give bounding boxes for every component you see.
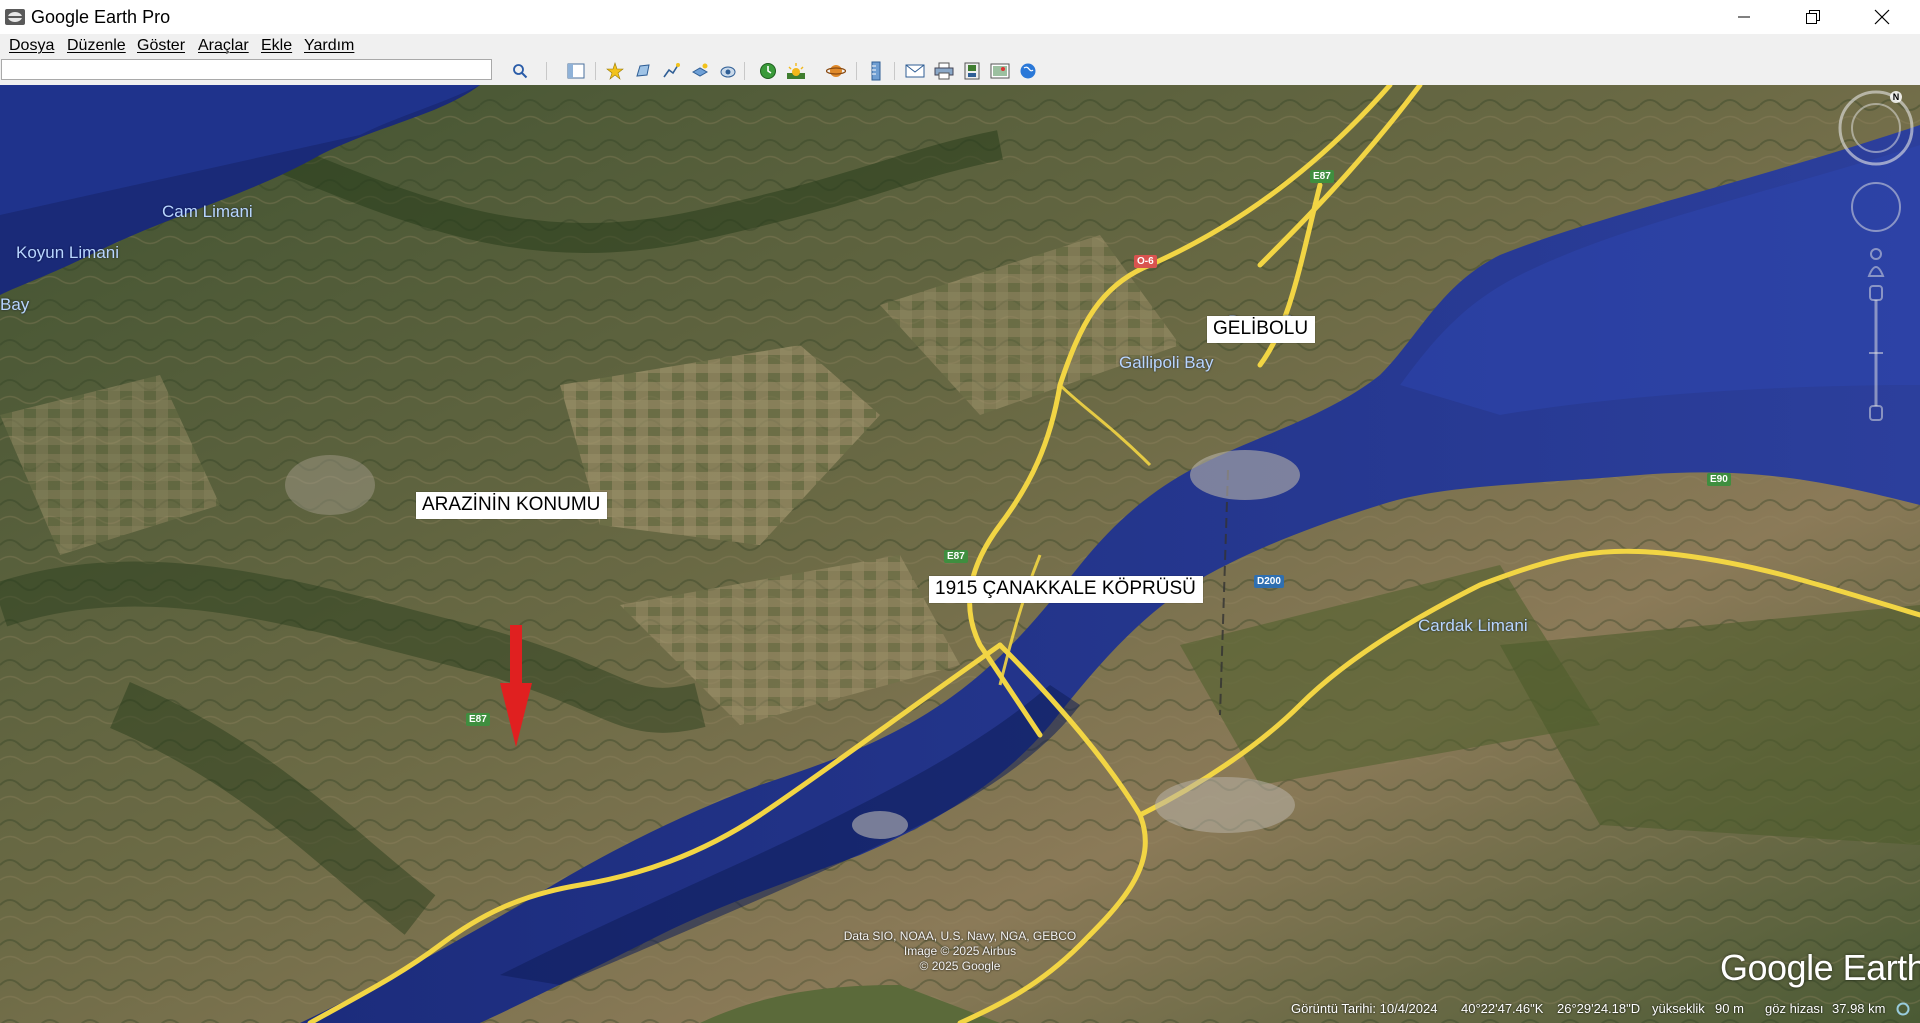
toolbar-separator xyxy=(595,62,596,80)
eye-altitude-value: 37.98 km xyxy=(1832,1001,1886,1016)
road-shield-e87: E87 xyxy=(944,550,968,563)
road-shield-o6: O-6 xyxy=(1134,255,1157,268)
earth-gallery-icon xyxy=(1020,63,1036,79)
menu-duzenle[interactable]: Düzenle xyxy=(67,37,126,55)
email-icon xyxy=(905,64,925,78)
minimize-button[interactable] xyxy=(1710,0,1778,34)
search-icon xyxy=(513,64,528,79)
place-label-bay: Bay xyxy=(0,295,30,314)
imagery-date: Görüntü Tarihi: 10/4/2024 xyxy=(1291,1001,1438,1016)
earth-gallery-button[interactable] xyxy=(1016,60,1040,82)
road-shield-e87: E87 xyxy=(1310,170,1334,183)
toolbar xyxy=(0,58,1920,86)
print-button[interactable] xyxy=(932,60,956,82)
view-in-maps-icon xyxy=(990,63,1010,79)
view-in-maps-button[interactable] xyxy=(988,60,1012,82)
search-input[interactable] xyxy=(1,59,492,80)
restore-button[interactable] xyxy=(1779,0,1847,34)
sidebar-toggle-button[interactable] xyxy=(564,60,588,82)
print-icon xyxy=(934,62,954,80)
add-placemark-button[interactable] xyxy=(603,60,627,82)
menu-araclar[interactable]: Araçlar xyxy=(198,37,249,55)
attribution-line: © 2025 Google xyxy=(919,959,1001,973)
navigation-controls[interactable]: N xyxy=(1836,88,1920,448)
toolbar-separator xyxy=(894,62,895,80)
road-shield-e87: E87 xyxy=(466,713,490,726)
eye-altitude-label: göz hizası xyxy=(1765,1001,1824,1016)
sunlight-button[interactable] xyxy=(784,60,808,82)
window-title: Google Earth Pro xyxy=(31,7,171,27)
save-image-button[interactable] xyxy=(960,60,984,82)
menu-dosya[interactable]: Dosya xyxy=(9,37,54,55)
add-polygon-icon xyxy=(636,64,650,77)
switch-planet-icon xyxy=(826,65,846,77)
toolbar-separator xyxy=(856,62,857,80)
compass-ring[interactable]: N xyxy=(1838,90,1914,166)
attribution-line: Data SIO, NOAA, U.S. Navy, NGA, GEBCO xyxy=(843,929,1077,943)
ruler-button[interactable] xyxy=(864,60,888,82)
add-polygon-button[interactable] xyxy=(631,60,655,82)
place-label-koyun-limani: Koyun Limani xyxy=(16,243,120,262)
restore-icon xyxy=(1806,10,1820,24)
email-button[interactable] xyxy=(903,60,927,82)
imagery-attribution: Data SIO, NOAA, U.S. Navy, NGA, GEBCO Im… xyxy=(830,929,1090,974)
record-tour-button[interactable] xyxy=(716,60,740,82)
add-path-icon xyxy=(663,63,680,78)
place-label-cardak-limani: Cardak Limani xyxy=(1418,616,1528,635)
toolbar-separator xyxy=(744,62,745,80)
menu-yardim[interactable]: Yardım xyxy=(304,37,354,55)
menu-ekle[interactable]: Ekle xyxy=(261,37,292,55)
historical-imagery-icon xyxy=(760,63,776,79)
record-tour-icon xyxy=(720,66,736,78)
road-shield-d200: D200 xyxy=(1254,575,1284,588)
switch-planet-button[interactable] xyxy=(824,60,848,82)
callout-canakkale-koprusu[interactable]: 1915 ÇANAKKALE KÖPRÜSÜ xyxy=(929,576,1203,603)
callout-gelibolu[interactable]: GELİBOLU xyxy=(1207,316,1316,343)
search-button[interactable] xyxy=(508,60,532,82)
add-image-overlay-icon xyxy=(691,63,709,77)
zoom-slider[interactable] xyxy=(1869,285,1883,421)
sidebar-toggle-icon xyxy=(567,63,585,79)
close-button[interactable] xyxy=(1848,0,1916,34)
minimize-icon xyxy=(1738,16,1750,18)
google-earth-app-icon xyxy=(5,9,25,25)
svg-text:N: N xyxy=(1893,92,1900,102)
menu-goster[interactable]: Göster xyxy=(137,37,185,55)
street-view-pegman-icon[interactable] xyxy=(1867,248,1885,277)
earth-map-view[interactable]: Cam Limani Koyun Limani Bay Do me Bay Ga… xyxy=(0,85,1920,1023)
add-path-button[interactable] xyxy=(659,60,683,82)
look-joystick[interactable] xyxy=(1851,182,1901,232)
sunlight-icon xyxy=(787,63,805,79)
add-image-overlay-button[interactable] xyxy=(688,60,712,82)
elevation-label: yükseklik xyxy=(1652,1001,1705,1016)
menu-bar: Dosya Düzenle Göster Araçlar Ekle Yardım xyxy=(0,34,1920,58)
longitude-readout: 26°29'24.18"D xyxy=(1557,1001,1641,1016)
historical-imagery-button[interactable] xyxy=(756,60,780,82)
close-icon xyxy=(1874,9,1890,25)
toolbar-separator xyxy=(546,62,547,80)
ruler-icon xyxy=(871,61,881,81)
place-label-gallipoli-bay: Gallipoli Bay xyxy=(1119,353,1214,372)
google-earth-logo: Google Earth xyxy=(1720,947,1920,988)
road-shield-e90: E90 xyxy=(1707,473,1731,486)
latitude-readout: 40°22'47.46"K xyxy=(1461,1001,1544,1016)
streaming-status-icon xyxy=(1896,1002,1910,1016)
callout-arazinin-konumu[interactable]: ARAZİNİN KONUMU xyxy=(416,492,608,519)
title-bar: Google Earth Pro xyxy=(0,0,1920,34)
save-image-icon xyxy=(964,62,980,80)
add-placemark-icon xyxy=(606,62,624,80)
place-label-cam-limani: Cam Limani xyxy=(162,202,253,221)
elevation-value: 90 m xyxy=(1715,1001,1744,1016)
attribution-line: Image © 2025 Airbus xyxy=(903,944,1017,958)
